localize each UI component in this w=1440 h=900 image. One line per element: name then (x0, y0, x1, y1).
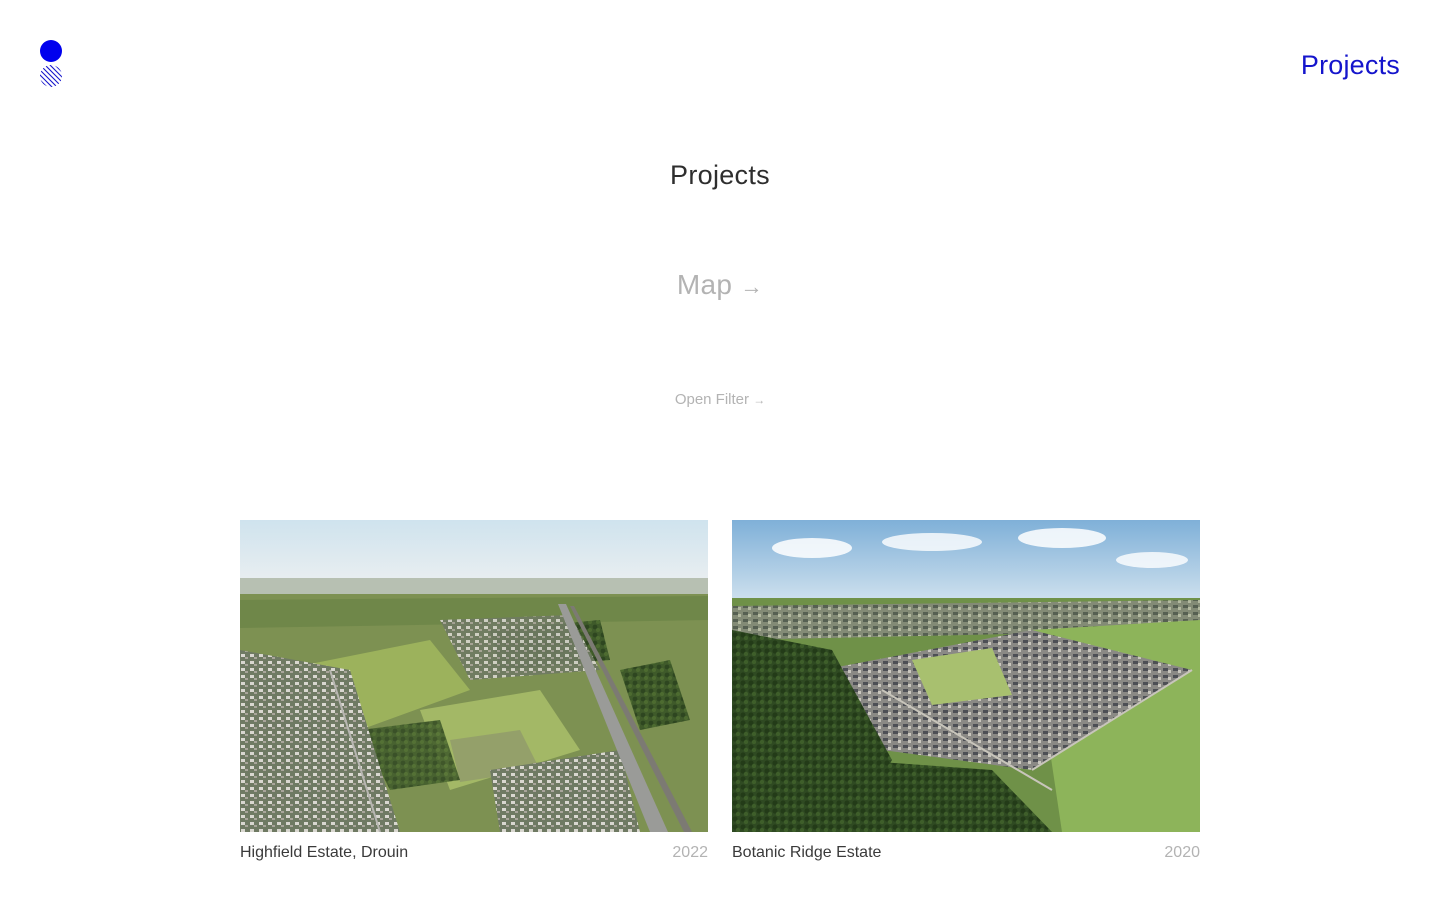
map-link-label: Map (676, 269, 733, 300)
arrow-right-icon: → (753, 393, 766, 407)
brand-logo-icon[interactable] (40, 40, 62, 88)
open-filter-label: Open Filter (674, 391, 750, 408)
project-meta: Highfield Estate, Drouin 2022 (240, 842, 708, 864)
project-year: 2022 (672, 844, 708, 861)
nav-projects-link[interactable]: Projects (1301, 48, 1400, 82)
arrow-right-icon: → (740, 274, 764, 299)
project-name[interactable]: Highfield Estate, Drouin (240, 842, 408, 864)
page: Projects Projects Map → Open Filter → Hi… (0, 0, 1440, 900)
open-filter-link[interactable]: Open Filter → (0, 390, 1440, 410)
page-title: Projects (670, 160, 770, 190)
project-card[interactable]: Botanic Ridge Estate 2020 (732, 520, 1200, 864)
aerial-photo-botanic-ridge[interactable] (732, 520, 1200, 832)
project-name[interactable]: Botanic Ridge Estate (732, 842, 881, 864)
project-meta: Botanic Ridge Estate 2020 (732, 842, 1200, 864)
map-link[interactable]: Map → (0, 266, 1440, 306)
project-year: 2020 (1164, 844, 1200, 861)
project-card[interactable]: Highfield Estate, Drouin 2022 (240, 520, 708, 864)
aerial-photo-highfield[interactable] (240, 520, 708, 832)
